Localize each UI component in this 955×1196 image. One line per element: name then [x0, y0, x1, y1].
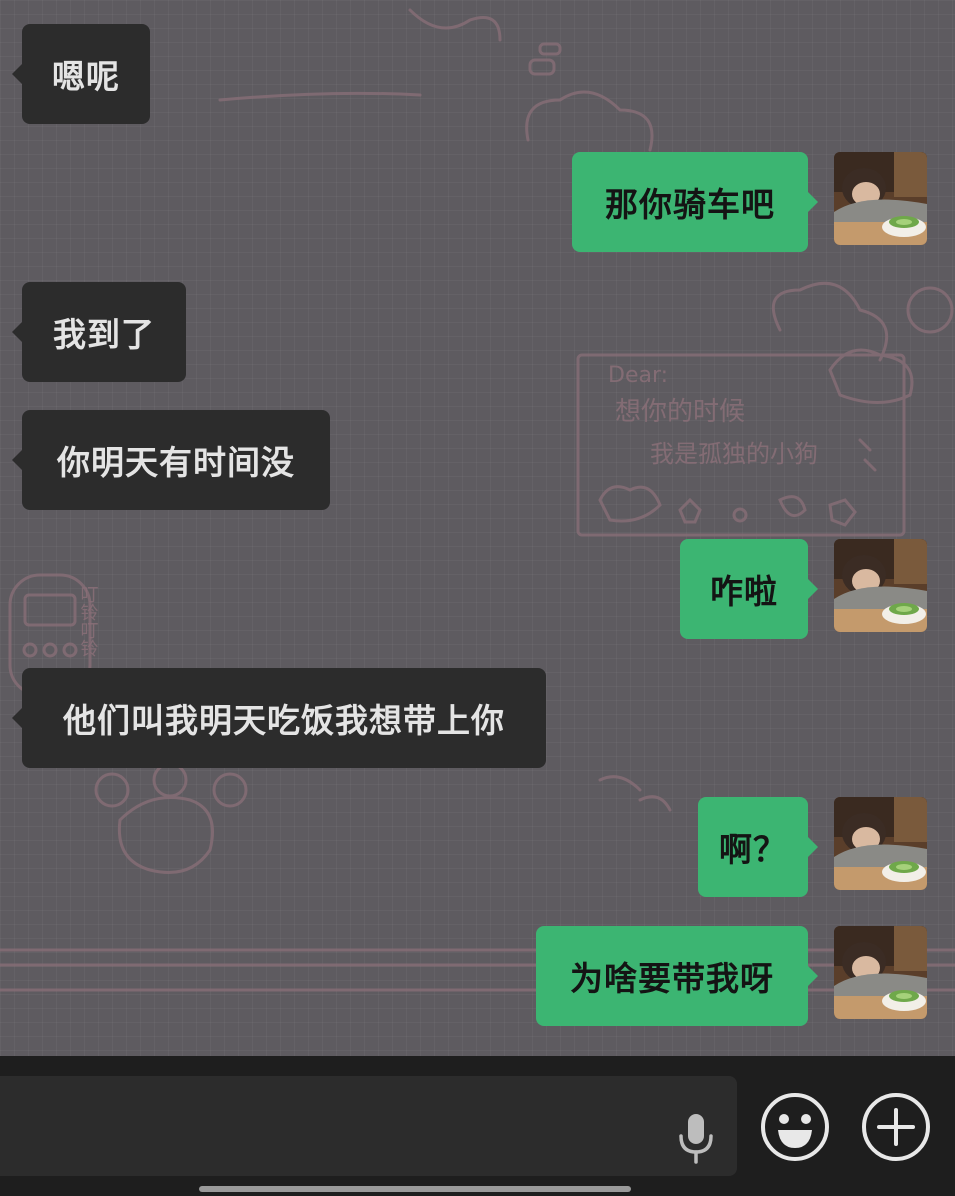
message-bubble-incoming[interactable]: 嗯呢: [12, 24, 150, 124]
message-text: 咋啦: [710, 572, 778, 611]
message-bubble-incoming[interactable]: 他们叫我明天吃饭我想带上你: [12, 668, 546, 768]
home-indicator[interactable]: [199, 1186, 631, 1192]
message-text: 嗯呢: [52, 57, 120, 96]
user-avatar[interactable]: [834, 797, 927, 890]
microphone-icon[interactable]: [676, 1112, 716, 1166]
phone-sticker-text: 叮铃叮铃: [78, 585, 99, 657]
message-bubble-incoming[interactable]: 我到了: [12, 282, 186, 382]
message-bubble-outgoing[interactable]: 那你骑车吧: [572, 152, 818, 252]
user-avatar[interactable]: [834, 539, 927, 632]
note-greeting: Dear:: [608, 363, 668, 388]
emoji-icon[interactable]: [760, 1092, 830, 1162]
note-line1: 想你的时候: [615, 397, 745, 427]
user-avatar[interactable]: [834, 926, 927, 1019]
message-text: 啊？: [719, 830, 787, 869]
message-text: 我到了: [53, 315, 155, 354]
chat-wallpaper: Dear: 想你的时候 我是孤独的小狗 叮铃叮铃: [0, 0, 955, 1056]
plus-icon[interactable]: [861, 1092, 931, 1162]
wallpaper-doodles: Dear: 想你的时候 我是孤独的小狗 叮铃叮铃: [0, 8, 955, 992]
message-bubble-incoming[interactable]: 你明天有时间没: [12, 410, 330, 510]
message-input[interactable]: [0, 1076, 737, 1176]
message-text: 为啥要带我呀: [570, 959, 774, 998]
message-text: 你明天有时间没: [57, 443, 295, 482]
message-bubble-outgoing[interactable]: 为啥要带我呀: [536, 926, 818, 1026]
user-avatar[interactable]: [834, 152, 927, 245]
message-text: 他们叫我明天吃饭我想带上你: [63, 701, 505, 740]
message-text: 那你骑车吧: [605, 185, 775, 224]
note-line2: 我是孤独的小狗: [650, 440, 818, 468]
message-bubble-outgoing[interactable]: 咋啦: [680, 539, 818, 639]
input-bar: [0, 1056, 955, 1196]
message-bubble-outgoing[interactable]: 啊？: [698, 797, 818, 897]
